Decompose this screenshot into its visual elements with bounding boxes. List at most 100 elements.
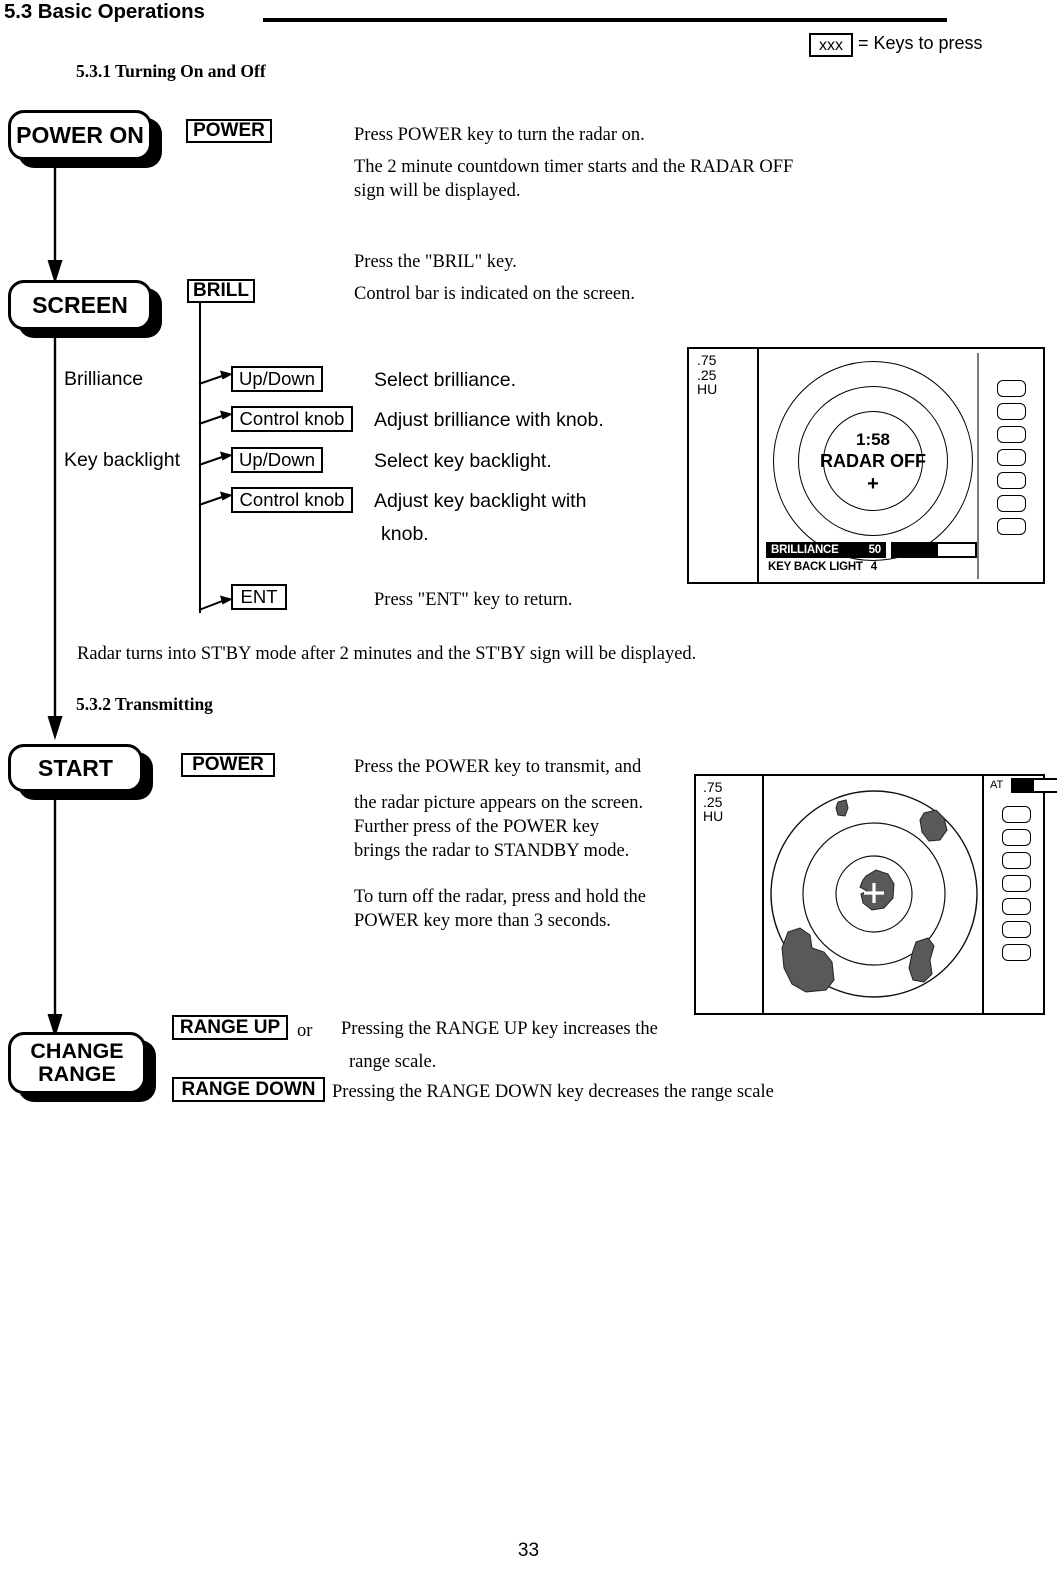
radar1-keybacklight-value: 4 bbox=[870, 561, 877, 573]
radar1-countdown-timer: 1:58 bbox=[855, 430, 891, 449]
radar1-softkey-7[interactable] bbox=[997, 518, 1026, 535]
radar1-left-divider bbox=[757, 349, 759, 582]
start-desc-line2: the radar picture appears on the screen. bbox=[354, 793, 644, 813]
branch-text-1: Select brilliance. bbox=[374, 369, 516, 391]
start-desc-line6: POWER key more than 3 seconds. bbox=[354, 911, 611, 931]
radar1-softkey-column bbox=[997, 380, 1026, 541]
radar2-at-bar-fill bbox=[1013, 780, 1035, 791]
screen-desc-line2: Control bar is indicated on the screen. bbox=[354, 284, 636, 304]
subsection-heading-532: 5.3.2 Transmitting bbox=[76, 694, 213, 714]
radar2-ppi bbox=[766, 784, 982, 1010]
radar1-brilliance-bar-fill bbox=[893, 544, 939, 556]
radar1-softkey-5[interactable] bbox=[997, 472, 1026, 489]
key-power-2[interactable]: POWER bbox=[181, 753, 275, 777]
page-number: 33 bbox=[517, 1540, 540, 1561]
key-backlight-label: Key backlight bbox=[64, 449, 180, 471]
key-brill[interactable]: BRILL bbox=[187, 279, 255, 303]
radar2-at-bar[interactable] bbox=[1011, 778, 1057, 793]
range-or-word: or bbox=[297, 1021, 313, 1041]
start-desc-line3: Further press of the POWER key bbox=[354, 817, 600, 837]
flow-node-screen-label: SCREEN bbox=[32, 291, 128, 318]
branch-arrow-1 bbox=[198, 365, 235, 387]
start-desc-line4: brings the radar to STANDBY mode. bbox=[354, 841, 630, 861]
branch-arrow-4 bbox=[198, 486, 235, 508]
manual-page: 5.3 Basic Operations xxx = Keys to press… bbox=[0, 0, 1057, 1586]
key-updown-2[interactable]: Up/Down bbox=[231, 447, 323, 473]
radar2-softkey-7[interactable] bbox=[1002, 944, 1031, 961]
radar1-brilliance-label: BRILLIANCE bbox=[771, 544, 839, 556]
power-on-desc-line1: Press POWER key to turn the radar on. bbox=[354, 125, 645, 145]
key-updown-1[interactable]: Up/Down bbox=[231, 366, 323, 392]
radar1-softkey-4[interactable] bbox=[997, 449, 1026, 466]
key-control-knob-1[interactable]: Control knob bbox=[231, 406, 353, 432]
radar1-center-marker: + bbox=[867, 473, 879, 495]
radar1-brilliance-value: 50 bbox=[868, 544, 882, 556]
flow-node-power-on-label: POWER ON bbox=[16, 121, 144, 148]
radar2-softkey-4[interactable] bbox=[1002, 875, 1031, 892]
key-brill-label: BRILL bbox=[193, 280, 249, 301]
radar1-softkey-3[interactable] bbox=[997, 426, 1026, 443]
flow-node-change-range-label2: RANGE bbox=[38, 1062, 116, 1086]
range-up-desc-line2: range scale. bbox=[349, 1052, 437, 1072]
radar-display-1: .75 .25 HU 1:58 RADAR OFF + BRILLIANCE 5… bbox=[687, 347, 1045, 584]
key-range-down-label: RANGE DOWN bbox=[181, 1078, 316, 1100]
start-desc-line1: Press the POWER key to transmit, and bbox=[354, 757, 642, 777]
radar2-softkey-6[interactable] bbox=[1002, 921, 1031, 938]
branch-arrow-2 bbox=[198, 405, 235, 427]
flow-node-change-range-label1: CHANGE bbox=[30, 1038, 124, 1063]
radar1-softkey-1[interactable] bbox=[997, 380, 1026, 397]
radar1-brilliance-bar[interactable] bbox=[891, 542, 977, 558]
title-underline-rule bbox=[263, 18, 947, 22]
key-range-down[interactable]: RANGE DOWN bbox=[172, 1077, 325, 1102]
branch-text-2: Adjust brilliance with knob. bbox=[374, 409, 604, 431]
key-power-1-label: POWER bbox=[193, 120, 265, 141]
subsection-heading-531: 5.3.1 Turning On and Off bbox=[76, 61, 266, 81]
flow-node-screen[interactable]: SCREEN bbox=[8, 280, 152, 330]
radar1-brilliance-row[interactable]: BRILLIANCE 50 bbox=[766, 542, 886, 558]
branch-text-5: Press "ENT" key to return. bbox=[374, 590, 573, 610]
flow-arrow-power-to-screen bbox=[44, 158, 66, 284]
key-ent[interactable]: ENT bbox=[231, 584, 287, 610]
flow-node-start-label: START bbox=[38, 754, 113, 781]
flow-arrow-screen-to-start bbox=[44, 320, 66, 740]
radar-display-2: .75 .25 HU AT bbox=[694, 774, 1057, 1015]
branch-text-4b: knob. bbox=[381, 523, 429, 545]
flow-node-start[interactable]: START bbox=[8, 744, 143, 792]
legend-key-sample-box: xxx bbox=[809, 33, 853, 57]
standby-note: Radar turns into ST'BY mode after 2 minu… bbox=[77, 644, 697, 664]
range-down-desc: Pressing the RANGE DOWN key decreases th… bbox=[332, 1082, 774, 1102]
radar2-softkey-1[interactable] bbox=[1002, 806, 1031, 823]
flow-node-change-range[interactable]: CHANGE RANGE bbox=[8, 1032, 146, 1094]
legend-description: = Keys to press bbox=[858, 33, 983, 53]
flow-node-power-on[interactable]: POWER ON bbox=[8, 110, 152, 160]
radar1-softkey-2[interactable] bbox=[997, 403, 1026, 420]
radar2-softkey-3[interactable] bbox=[1002, 852, 1031, 869]
radar1-keybacklight-row[interactable]: KEY BACK LIGHT 4 bbox=[768, 561, 877, 573]
branch-text-3: Select key backlight. bbox=[374, 450, 552, 472]
radar2-at-label: AT bbox=[990, 779, 1004, 791]
key-control-knob-2[interactable]: Control knob bbox=[231, 487, 353, 513]
radar1-keybacklight-label: KEY BACK LIGHT bbox=[768, 561, 863, 573]
brilliance-label: Brilliance bbox=[64, 368, 144, 390]
branch-arrow-3 bbox=[198, 446, 235, 468]
key-range-up-label: RANGE UP bbox=[179, 1016, 281, 1038]
page-title: 5.3 Basic Operations bbox=[4, 0, 205, 23]
branch-text-4: Adjust key backlight with bbox=[374, 490, 587, 512]
radar2-range-labels: .75 .25 HU bbox=[703, 779, 724, 824]
radar2-left-divider bbox=[762, 776, 764, 1013]
power-on-desc-line3: sign will be displayed. bbox=[354, 181, 521, 201]
key-power-1[interactable]: POWER bbox=[186, 119, 272, 143]
range-up-desc-line1: Pressing the RANGE UP key increases the bbox=[341, 1019, 658, 1039]
radar2-at-indicator[interactable]: AT bbox=[990, 779, 1003, 797]
radar2-softkey-column bbox=[1002, 806, 1031, 967]
key-range-up[interactable]: RANGE UP bbox=[172, 1015, 288, 1040]
radar1-softkey-6[interactable] bbox=[997, 495, 1026, 512]
power-on-desc-line2: The 2 minute countdown timer starts and … bbox=[354, 157, 794, 177]
radar2-softkey-5[interactable] bbox=[1002, 898, 1031, 915]
key-updown-2-label: Up/Down bbox=[238, 449, 316, 470]
flow-arrow-start-to-change-range bbox=[44, 793, 66, 1038]
branch-arrow-5 bbox=[198, 589, 235, 613]
radar2-softkey-2[interactable] bbox=[1002, 829, 1031, 846]
key-ent-label: ENT bbox=[240, 586, 278, 607]
key-power-2-label: POWER bbox=[192, 754, 264, 775]
